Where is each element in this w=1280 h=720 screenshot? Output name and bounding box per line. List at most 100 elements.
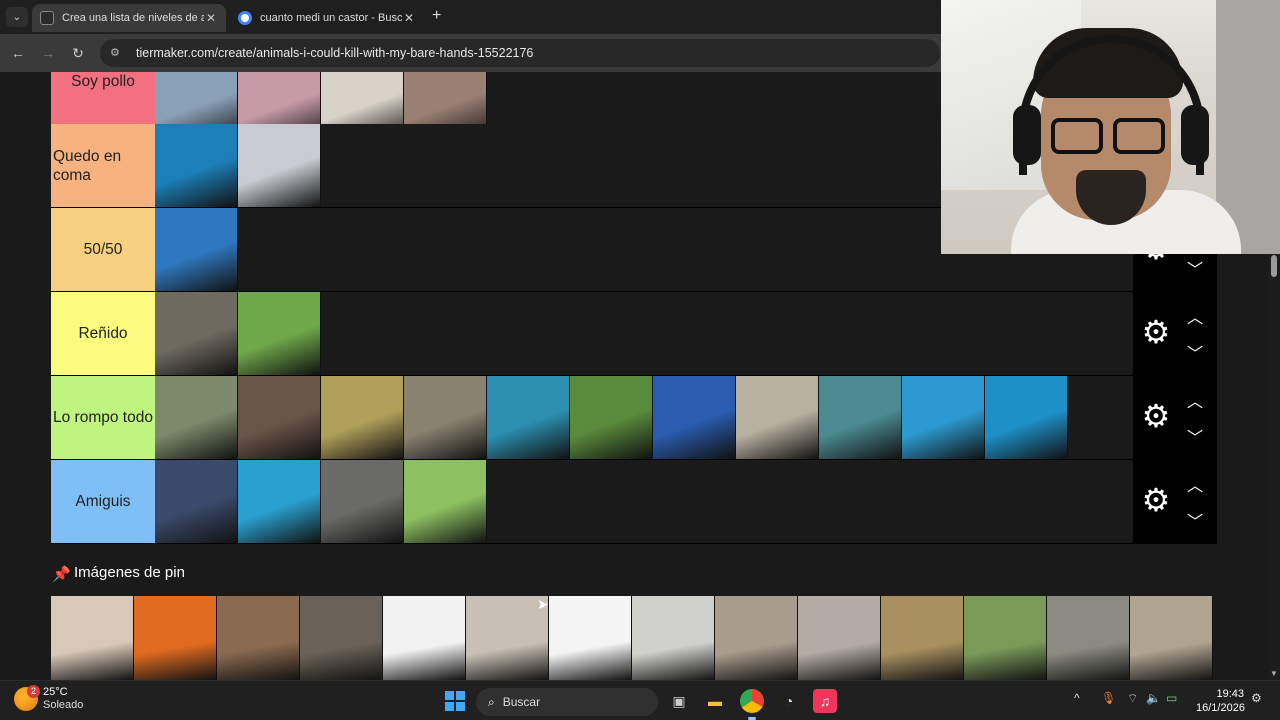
tier-item-kangaroo[interactable] [155,376,238,459]
pin-item-wolf[interactable] [632,596,715,680]
tier-item-nurse-shark[interactable] [155,292,238,375]
tier-items [155,208,238,291]
scroll-down-arrow-icon[interactable]: ▼ [1270,669,1278,678]
mouse-cursor-icon: ➤ [537,596,549,612]
tier-row: Reñido ⚙ ︿ ﹀ [51,292,1217,376]
tier-item-beaver[interactable] [238,376,321,459]
tier-item-walrus[interactable] [238,124,321,207]
scrollbar-thumb[interactable] [1271,255,1277,277]
tier-item-mantis-shrimp[interactable] [736,376,819,459]
tier-label[interactable]: Quedo en coma [51,124,155,207]
move-up-chevron-icon[interactable]: ︿ [1183,304,1207,327]
tier-item-bernese-dog[interactable] [404,460,487,543]
tier-item-great-white-shark[interactable] [155,208,238,291]
tier-item-rooster[interactable] [570,376,653,459]
pin-section-header: 📌 Imágenes de pin [52,564,185,583]
pushpin-icon: 📌 [52,565,71,583]
tier-label[interactable]: Reñido [51,292,155,375]
tier-items [155,376,1068,459]
tier-item-swordfish[interactable] [155,124,238,207]
chrome-icon[interactable] [740,689,764,713]
tier-item-grouper[interactable] [487,376,570,459]
tier-item-platypus[interactable] [321,376,404,459]
move-up-chevron-icon[interactable]: ︿ [1183,472,1207,495]
task-view-icon[interactable]: ▣ [667,689,691,713]
move-down-chevron-icon[interactable]: ﹀ [1183,508,1207,531]
move-up-chevron-icon[interactable]: ︿ [1183,388,1207,411]
pin-section-title: Imágenes de pin [74,564,185,581]
pin-item-lion[interactable] [881,596,964,680]
tier-label[interactable]: Lo rompo todo [51,376,155,459]
tier-row: Amiguis ⚙ ︿ ﹀ [51,460,1217,544]
close-tab-icon[interactable]: ✕ [402,11,416,25]
pin-images-row [51,596,1213,680]
tab-google-search[interactable]: cuanto medi un castor - Buscar ✕ [230,4,424,32]
tier-item-lemur[interactable] [404,376,487,459]
pin-item-anaconda[interactable] [300,596,383,680]
google-favicon-icon [238,11,252,25]
tier-items [155,124,321,207]
tier-item-pufferfish[interactable] [819,376,902,459]
tab-tiermaker[interactable]: Crea una lista de niveles de ani ✕ [32,4,226,32]
tier-item-narwhal[interactable] [902,376,985,459]
microphone-icon[interactable]: 🎙 [1101,691,1116,705]
forward-arrow-icon[interactable]: → [38,43,58,63]
new-tab-plus-icon[interactable]: + [432,7,441,25]
tab-search-chevron-icon[interactable]: ⌄ [6,7,28,27]
site-info-icon[interactable]: ⚙ [110,46,124,60]
file-explorer-icon[interactable]: ▬ [703,689,727,713]
close-tab-icon[interactable]: ✕ [204,11,218,25]
windows-taskbar: 2 25°C Soleado ⌕ Buscar ▣ ▬ ◔ ♫ ^ 🎙 ⌔ 🔈 … [0,680,1280,720]
pin-item-lynx[interactable] [798,596,881,680]
tier-item-orca[interactable] [155,460,238,543]
battery-icon[interactable]: ▭ [1166,691,1177,705]
tiermaker-favicon-icon [40,11,54,25]
move-down-chevron-icon[interactable]: ﹀ [1183,256,1207,279]
app-clock-icon[interactable]: ◔ [777,689,801,713]
system-clock[interactable]: 19:43 16/1/2026 [1196,687,1245,715]
notification-badge: 2 [27,685,40,698]
windows-start-icon[interactable] [443,689,467,713]
wifi-icon[interactable]: ⌔ [1127,691,1138,706]
pin-item-komodo-dragon[interactable] [1047,596,1130,680]
tier-row: Lo rompo todo ⚙ ︿ ﹀ [51,376,1217,460]
tier-item-man[interactable] [238,460,321,543]
pin-item-poison-dart-frog[interactable] [134,596,217,680]
tier-label[interactable]: 50/50 [51,208,155,291]
url-text: tiermaker.com/create/animals-i-could-kil… [136,46,534,60]
tier-controls: ⚙ ︿ ﹀ [1133,292,1217,376]
taskbar-search-box[interactable]: ⌕ Buscar [476,688,658,716]
pin-item-crocodile[interactable] [1130,596,1213,680]
search-icon: ⌕ [488,694,495,709]
tier-item-octopus[interactable] [653,376,736,459]
tier-label[interactable]: Amiguis [51,460,155,543]
notifications-bell-icon[interactable]: ⚙ [1251,691,1262,705]
move-down-chevron-icon[interactable]: ﹀ [1183,340,1207,363]
reload-icon[interactable]: ↻ [68,43,88,63]
clock-time: 19:43 [1216,688,1244,700]
tier-controls: ⚙ ︿ ﹀ [1133,460,1217,544]
tab-title: Crea una lista de niveles de ani [62,12,204,24]
show-hidden-icons-chevron-icon[interactable]: ^ [1074,691,1080,705]
gear-icon[interactable]: ⚙ [1141,316,1171,348]
move-down-chevron-icon[interactable]: ﹀ [1183,424,1207,447]
pin-item-coyote[interactable] [964,596,1047,680]
back-arrow-icon[interactable]: ← [8,43,28,63]
tier-items [155,460,487,543]
pin-item-scorpion[interactable] [383,596,466,680]
headset-earcup-right [1181,105,1209,165]
address-bar[interactable]: ⚙ tiermaker.com/create/animals-i-could-k… [100,39,940,67]
weather-widget[interactable]: 2 25°C Soleado [14,685,83,712]
pin-item-tarantula[interactable] [51,596,134,680]
weather-temp: 25°C [43,686,68,698]
pin-item-dolphin[interactable] [549,596,632,680]
music-app-icon[interactable]: ♫ [813,689,837,713]
volume-icon[interactable]: 🔈 [1146,691,1161,705]
tier-item-seahorse[interactable] [985,376,1068,459]
gear-icon[interactable]: ⚙ [1141,400,1171,432]
gear-icon[interactable]: ⚙ [1141,484,1171,516]
pin-item-pitbull[interactable] [715,596,798,680]
tier-item-seal[interactable] [321,460,404,543]
tier-item-macaque[interactable] [238,292,321,375]
pin-item-centipede[interactable] [217,596,300,680]
